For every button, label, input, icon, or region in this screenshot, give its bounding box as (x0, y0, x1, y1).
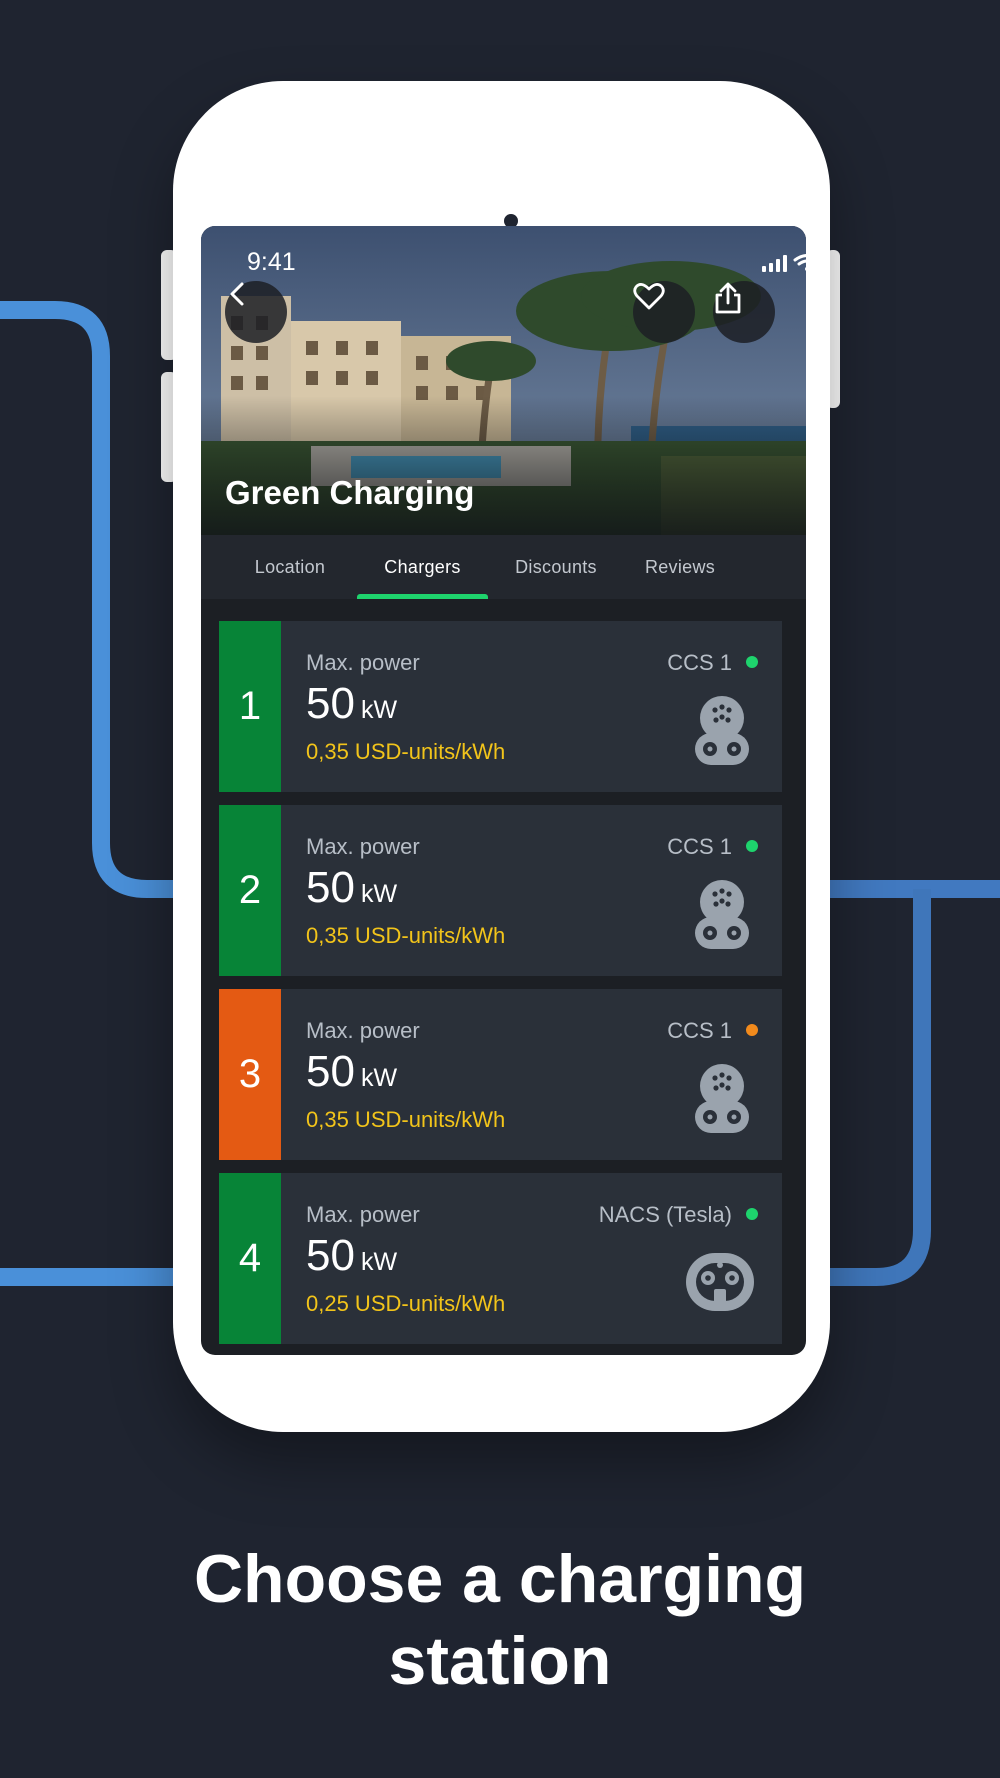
ccs1-connector-icon (695, 696, 749, 765)
heart-icon (633, 283, 665, 310)
tab-bar: Location Chargers Discounts Reviews (201, 535, 806, 599)
power-number: 50 (306, 863, 355, 912)
connector-type: CCS 1 (667, 834, 732, 859)
charger-number: 2 (219, 805, 281, 976)
chevron-left-icon (230, 282, 244, 306)
nacs-connector-icon (686, 1253, 754, 1311)
power-value: 50 kW (306, 1047, 397, 1097)
station-photo: 9:41 Green Charging (201, 226, 806, 535)
power-value: 50 kW (306, 1231, 397, 1281)
power-number: 50 (306, 1231, 355, 1280)
power-number: 50 (306, 679, 355, 728)
status-dot (746, 1024, 758, 1036)
back-button[interactable] (225, 281, 287, 343)
power-unit: kW (360, 696, 398, 724)
status-dot (746, 656, 758, 668)
connector-type: CCS 1 (667, 650, 732, 675)
power-number: 50 (306, 1047, 355, 1096)
charger-card[interactable]: 3 Max. power 50 kW 0,35 USD-units/kWh CCS… (219, 989, 782, 1160)
price-label: 0,35 USD-units/kWh (306, 1107, 506, 1132)
charger-card[interactable]: 1 Max. power 50 kW 0,35 USD-units/kWh CCS… (219, 621, 782, 792)
power-unit: kW (360, 880, 398, 908)
charger-card[interactable]: 2 Max. power 50 kW 0,35 USD-units/kWh CCS… (219, 805, 782, 976)
app-screen: 9:41 Green Charging Location Chargers Di… (201, 226, 806, 1355)
charger-number: 4 (219, 1173, 281, 1344)
tab-chargers[interactable]: Chargers (357, 535, 488, 599)
price-label: 0,35 USD-units/kWh (306, 739, 506, 764)
max-power-label: Max. power (306, 650, 420, 675)
price-label: 0,25 USD-units/kWh (306, 1291, 506, 1316)
share-button[interactable] (713, 281, 775, 343)
max-power-label: Max. power (306, 834, 420, 859)
tab-discounts[interactable]: Discounts (510, 535, 602, 599)
power-unit: kW (360, 1064, 398, 1092)
status-dot (746, 840, 758, 852)
connector-type: NACS (Tesla) (598, 1202, 732, 1227)
tab-reviews[interactable]: Reviews (642, 535, 718, 599)
charger-card[interactable]: 4 Max. power 50 kW 0,25 USD-units/kWh NAC… (219, 1173, 782, 1344)
power-value: 50 kW (306, 679, 397, 729)
charger-number: 1 (219, 621, 281, 792)
share-icon (715, 282, 741, 314)
status-time: 9:41 (247, 248, 296, 276)
max-power-label: Max. power (306, 1202, 420, 1227)
power-value: 50 kW (306, 863, 397, 913)
status-dot (746, 1208, 758, 1220)
tab-location[interactable]: Location (250, 535, 330, 599)
charger-number: 3 (219, 989, 281, 1160)
signal-icon (762, 255, 787, 272)
max-power-label: Max. power (306, 1018, 420, 1043)
connector-type: CCS 1 (667, 1018, 732, 1043)
power-unit: kW (360, 1248, 398, 1276)
ccs1-connector-icon (695, 1064, 749, 1133)
station-name: Green Charging (225, 474, 475, 511)
promo-caption: Choose a charging station (0, 1538, 1000, 1702)
caption-line-2: station (388, 1623, 612, 1699)
wifi-icon (793, 254, 806, 271)
price-label: 0,35 USD-units/kWh (306, 923, 506, 948)
caption-line-1: Choose a charging (193, 1541, 807, 1617)
favorite-button[interactable] (633, 281, 695, 343)
ccs1-connector-icon (695, 880, 749, 949)
